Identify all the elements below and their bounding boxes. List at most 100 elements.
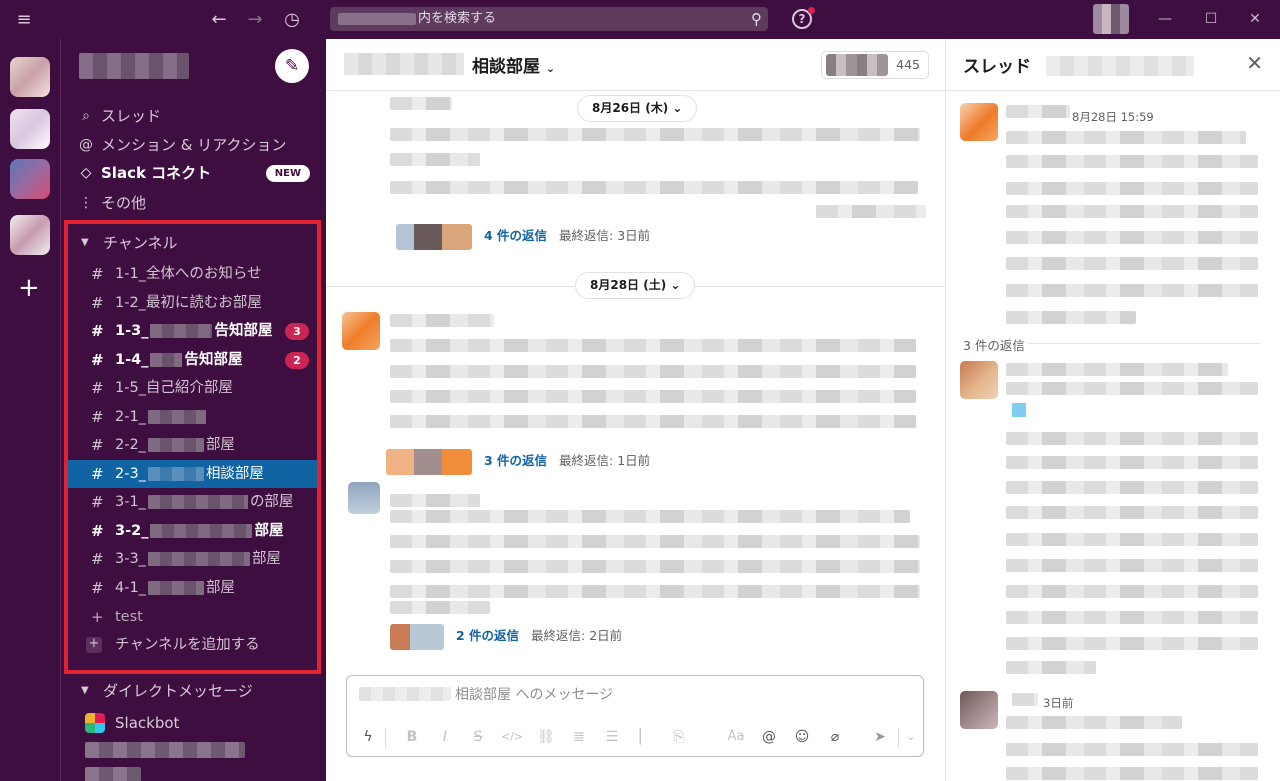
channel-item[interactable]: #2-3_ 相談部屋: [66, 459, 319, 488]
channel-item[interactable]: #3-2_ 部屋: [66, 517, 319, 546]
user-avatar[interactable]: [348, 482, 380, 514]
code-block-icon[interactable]: ⎘: [668, 726, 690, 748]
dm-section-header[interactable]: ▼ ダイレクトメッセージ: [61, 677, 326, 705]
blockquote-icon[interactable]: ▏: [634, 726, 656, 748]
attachment-icon[interactable]: ⌀: [824, 726, 846, 748]
replies-link[interactable]: 3 件の返信: [484, 453, 547, 468]
message-text-blurred: [390, 181, 918, 194]
message-text-blurred: [1006, 637, 1258, 650]
channel-item[interactable]: #2-1_: [66, 403, 319, 432]
message-text-blurred: [390, 97, 452, 110]
thread-replies-summary[interactable]: 3 件の返信 最終返信: 1日前: [386, 446, 650, 476]
channel-label: 1-3_: [115, 323, 149, 339]
close-icon[interactable]: ✕: [1246, 51, 1263, 75]
forward-arrow-icon[interactable]: →: [241, 0, 269, 39]
replies-link[interactable]: 4 件の返信: [484, 228, 547, 243]
workspace-icon[interactable]: [10, 215, 50, 255]
last-reply-label: 最終返信: 3日前: [559, 228, 651, 243]
workspace-name-blurred[interactable]: [79, 53, 189, 79]
channel-item[interactable]: #3-3_ 部屋: [66, 545, 319, 574]
hash-icon: #: [91, 464, 104, 483]
channel-label-suffix: の部屋: [249, 494, 294, 510]
format-text-icon[interactable]: Aa: [725, 726, 747, 748]
sender-name-blurred[interactable]: [390, 314, 494, 327]
maximize-icon[interactable]: ☐: [1196, 0, 1226, 39]
shortcuts-lightning-icon[interactable]: ϟ: [357, 726, 379, 748]
add-channel-button[interactable]: + チャンネルを追加する: [66, 631, 319, 660]
add-icon: +: [86, 637, 102, 653]
message-text-blurred: [390, 128, 920, 141]
date-divider[interactable]: 8月28日 (土) ⌄: [575, 272, 696, 299]
italic-icon[interactable]: I: [434, 726, 456, 748]
chevron-down-icon: ⌄: [670, 278, 681, 292]
user-avatar[interactable]: [960, 691, 998, 729]
channel-label-suffix: 部屋: [251, 551, 281, 567]
slack-connect-icon: ◇: [80, 165, 92, 181]
sender-name-blurred[interactable]: [1012, 693, 1038, 706]
caret-down-icon: ▼: [81, 685, 89, 696]
thread-replies-summary[interactable]: 4 件の返信 最終返信: 3日前: [396, 221, 650, 251]
channel-item[interactable]: #3-1_ の部屋: [66, 488, 319, 517]
chevron-down-icon: ⌄: [672, 101, 683, 115]
nav-slack-connect[interactable]: ◇ Slack コネクト NEW: [61, 159, 326, 187]
date-divider[interactable]: 8月26日 (木) ⌄: [577, 95, 698, 122]
close-window-icon[interactable]: ✕: [1240, 0, 1270, 39]
search-input[interactable]: 内を検索する ⚲: [330, 7, 768, 31]
section-label: チャンネル: [103, 234, 178, 252]
thread-replies-summary[interactable]: 2 件の返信 最終返信: 2日前: [390, 621, 622, 651]
dm-item-blurred[interactable]: [85, 767, 141, 781]
sender-name-blurred[interactable]: [1006, 105, 1070, 118]
channel-item[interactable]: #1-1_全体へのお知らせ: [66, 260, 319, 289]
top-bar: ≡ ← → ◷ 内を検索する ⚲ ? — ☐ ✕: [0, 0, 1280, 39]
channel-item[interactable]: #1-2_最初に読むお部屋: [66, 289, 319, 318]
workspace-icon[interactable]: [10, 109, 50, 149]
dm-item-blurred[interactable]: [85, 742, 245, 758]
message-text-blurred: [1006, 611, 1258, 624]
back-arrow-icon[interactable]: ←: [205, 0, 233, 39]
send-icon[interactable]: ➤: [869, 726, 891, 748]
chevron-down-icon: ⌄: [545, 62, 556, 75]
sender-name-blurred[interactable]: [1006, 363, 1228, 376]
channel-item[interactable]: #4-1_ 部屋: [66, 574, 319, 603]
send-options-chevron-icon[interactable]: ⌄: [900, 726, 922, 748]
user-avatar[interactable]: [960, 361, 998, 399]
user-avatar[interactable]: [960, 103, 998, 141]
hash-icon: #: [91, 265, 104, 283]
nav-threads[interactable]: ⌕ スレッド: [61, 102, 326, 130]
channel-title[interactable]: 相談部屋 ⌄: [472, 52, 555, 77]
history-icon[interactable]: ◷: [278, 0, 306, 39]
user-avatar[interactable]: [1093, 4, 1129, 34]
mention-icon[interactable]: @: [758, 726, 780, 748]
dm-slackbot[interactable]: Slackbot: [61, 709, 326, 737]
user-avatar[interactable]: [342, 312, 380, 350]
add-workspace-icon[interactable]: +: [18, 275, 40, 301]
channel-item[interactable]: #1-4_ 告知部屋 2: [66, 346, 319, 375]
compose-icon[interactable]: ✎: [275, 49, 309, 83]
workspace-icon[interactable]: [10, 57, 50, 97]
channel-item[interactable]: #1-5_自己紹介部屋: [66, 374, 319, 403]
hamburger-menu-icon[interactable]: ≡: [10, 0, 38, 39]
channel-item[interactable]: #1-3_ 告知部屋 3: [66, 317, 319, 346]
members-button[interactable]: 445: [821, 51, 929, 79]
bulleted-list-icon[interactable]: ☰: [601, 726, 623, 748]
search-icon: ⚲: [751, 10, 762, 28]
nav-mentions[interactable]: @ メンション & リアクション: [61, 131, 326, 159]
link-icon[interactable]: ⛓: [535, 726, 557, 748]
numbered-list-icon[interactable]: ≣: [568, 726, 590, 748]
channels-section-header[interactable]: ▼ チャンネル: [61, 229, 326, 257]
emoji-icon[interactable]: ☺: [791, 726, 813, 748]
code-icon[interactable]: </>: [501, 726, 523, 748]
date-label: 8月26日 (木): [592, 101, 669, 115]
channel-item[interactable]: #2-2_ 部屋: [66, 431, 319, 460]
minimize-icon[interactable]: —: [1150, 0, 1180, 39]
channel-name-blurred: [147, 466, 204, 481]
emoji-blurred: [1012, 403, 1026, 417]
bold-icon[interactable]: B: [401, 726, 423, 748]
strikethrough-icon[interactable]: S: [467, 726, 489, 748]
nav-more[interactable]: ⋮ その他: [61, 189, 326, 217]
channel-label-suffix: 部屋: [254, 522, 284, 539]
message-composer[interactable]: 相談部屋 へのメッセージ ϟ B I S </> ⛓ ≣ ☰ ▏ ⎘ Aa @ …: [346, 675, 924, 757]
channel-item-test[interactable]: + test: [66, 603, 319, 632]
replies-link[interactable]: 2 件の返信: [456, 628, 519, 643]
workspace-icon[interactable]: [10, 159, 50, 199]
